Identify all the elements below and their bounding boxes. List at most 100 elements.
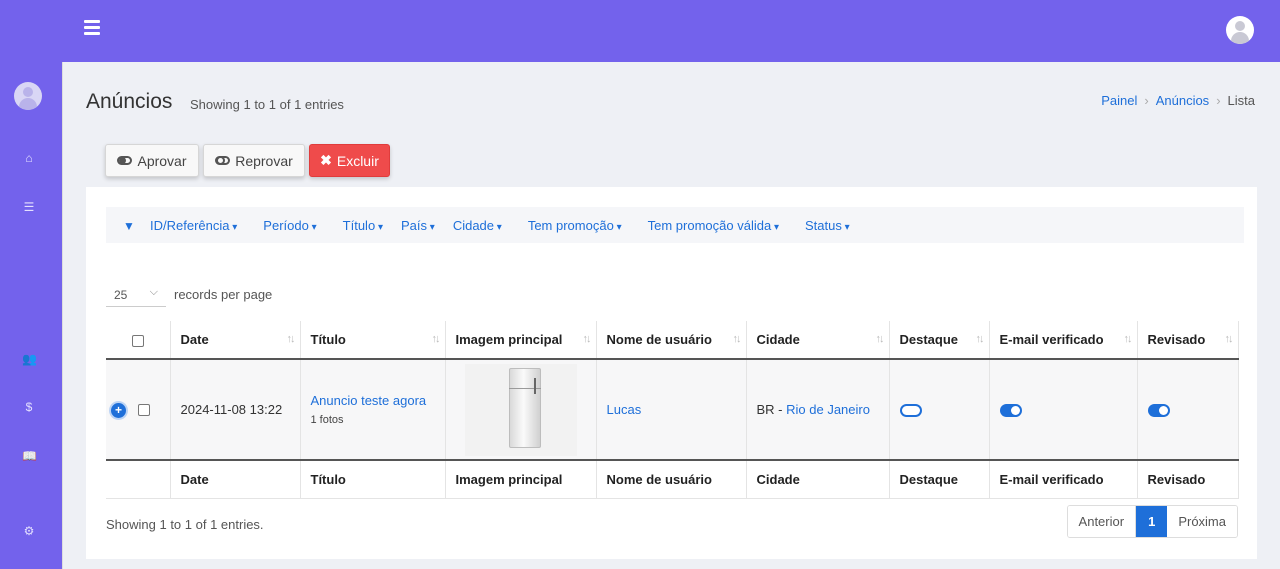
table-footer-row: Date Título Imagem principal Nome de usu…: [106, 459, 1239, 499]
breadcrumb: Painel › Anúncios › Lista: [1101, 93, 1255, 108]
cell-imagem: [445, 359, 597, 460]
column-header-revisado[interactable]: Revisado ↑↓: [1137, 321, 1239, 360]
featured-toggle[interactable]: [899, 404, 922, 418]
records-per-page-label: records per page: [174, 287, 273, 302]
sort-icon: ↑↓: [875, 333, 885, 345]
sidebar: ⌂ ☰ 👥 $ 📖 ⚙: [0, 62, 62, 569]
filter-tem-promocao-valida[interactable]: Tem promoção válida: [648, 218, 779, 233]
delete-button[interactable]: ✖ Excluir: [309, 144, 390, 177]
footer-email: E-mail verificado: [989, 459, 1138, 499]
footer-cidade: Cidade: [746, 459, 890, 499]
pagination-next[interactable]: Próxima: [1167, 506, 1237, 537]
column-header-destaque[interactable]: Destaque ↑↓: [889, 321, 990, 360]
users-icon[interactable]: 👥: [22, 352, 37, 366]
entries-info: Showing 1 to 1 of 1 entries.: [106, 517, 264, 532]
reviewed-toggle[interactable]: [1147, 404, 1170, 418]
approve-label: Aprovar: [137, 152, 187, 169]
main-content: Anúncios Showing 1 to 1 of 1 entries Pai…: [62, 62, 1280, 569]
row-checkbox[interactable]: [138, 404, 150, 417]
toggle-on-icon: [117, 156, 133, 165]
column-header-email[interactable]: E-mail verificado ↑↓: [989, 321, 1138, 360]
cell-date: 2024-11-08 13:22: [170, 359, 301, 460]
footer-imagem: Imagem principal: [445, 459, 597, 499]
cell-usuario: Lucas: [596, 359, 747, 460]
footer-destaque: Destaque: [889, 459, 990, 499]
sort-icon: ↑↓: [975, 333, 985, 345]
filter-icon: ▼: [123, 219, 135, 233]
delete-label: Excluir: [336, 152, 379, 169]
listing-title-link[interactable]: Anuncio teste agora: [311, 393, 435, 408]
select-all-header: [106, 321, 171, 360]
reject-button[interactable]: Reprovar: [203, 144, 305, 177]
sort-icon: ↑↓: [286, 333, 296, 345]
pagination-prev[interactable]: Anterior: [1067, 506, 1137, 537]
column-header-titulo[interactable]: Título ↑↓: [300, 321, 446, 360]
reject-label: Reprovar: [235, 152, 293, 169]
chevron-down-icon: ⌵: [149, 286, 158, 298]
filter-periodo[interactable]: Período: [263, 218, 316, 233]
column-header-cidade[interactable]: Cidade ↑↓: [746, 321, 890, 360]
sort-icon: ↑↓: [732, 333, 742, 345]
close-icon: ✖: [320, 152, 332, 168]
sidebar-avatar[interactable]: [14, 82, 42, 110]
dollar-icon[interactable]: $: [22, 400, 36, 414]
breadcrumb-anuncios[interactable]: Anúncios: [1156, 93, 1209, 108]
filter-status[interactable]: Status: [805, 218, 850, 233]
filter-tem-promocao[interactable]: Tem promoção: [528, 218, 622, 233]
records-per-page-select[interactable]: 25 ⌵: [106, 283, 166, 307]
table-header-row: Date ↑↓ Título ↑↓ Imagem principal ↑↓ Nome …: [106, 321, 1239, 360]
footer-titulo: Título: [300, 459, 446, 499]
cell-email: [989, 359, 1138, 460]
refrigerator-photo[interactable]: [464, 363, 577, 456]
filter-bar: ▼ ID/Referência Período Título País Cida…: [106, 207, 1244, 243]
home-icon[interactable]: ⌂: [22, 151, 36, 165]
chevron-right-icon: ›: [1216, 93, 1221, 108]
user-avatar-icon[interactable]: [1226, 16, 1254, 44]
filter-titulo[interactable]: Título: [343, 218, 383, 233]
footer-date: Date: [170, 459, 301, 499]
country-code: BR -: [756, 402, 787, 417]
filter-id-referencia[interactable]: ID/Referência: [150, 218, 237, 233]
hamburger-icon[interactable]: [84, 20, 100, 36]
top-navbar: [0, 0, 1280, 62]
listing-panel: ▼ ID/Referência Período Título País Cida…: [86, 187, 1257, 559]
chevron-right-icon: ›: [1144, 93, 1149, 108]
sort-icon: ↑↓: [1224, 333, 1234, 345]
column-header-date[interactable]: Date ↑↓: [170, 321, 301, 360]
footer-revisado: Revisado: [1137, 459, 1239, 499]
column-header-imagem[interactable]: Imagem principal ↑↓: [445, 321, 597, 360]
cell-revisado: [1137, 359, 1239, 460]
select-all-checkbox[interactable]: [131, 334, 144, 347]
filter-pais[interactable]: País: [401, 218, 435, 233]
page-title: Anúncios: [86, 90, 173, 113]
sort-icon: ↑↓: [582, 333, 592, 345]
sort-icon: ↑↓: [1123, 333, 1133, 345]
toggle-off-icon: [215, 156, 231, 165]
table-row: + 2024-11-08 13:22 Anuncio teste agora 1…: [106, 359, 1239, 460]
expand-row-icon[interactable]: +: [111, 402, 126, 418]
records-per-page-value: 25: [114, 287, 128, 302]
approve-button[interactable]: Aprovar: [105, 144, 199, 177]
gear-icon[interactable]: ⚙: [22, 524, 36, 538]
username-link[interactable]: Lucas: [607, 402, 642, 417]
breadcrumb-lista: Lista: [1227, 93, 1255, 108]
cell-destaque: [889, 359, 990, 460]
photo-count: 1 fotos: [310, 414, 344, 426]
pagination-page-1[interactable]: 1: [1136, 506, 1168, 537]
footer-usuario: Nome de usuário: [596, 459, 747, 499]
breadcrumb-painel[interactable]: Painel: [1101, 93, 1137, 108]
pagination: Anterior 1 Próxima: [1066, 505, 1238, 538]
cell-titulo: Anuncio teste agora 1 fotos: [300, 359, 446, 460]
column-header-usuario[interactable]: Nome de usuário ↑↓: [596, 321, 747, 360]
email-verified-toggle[interactable]: [999, 404, 1022, 418]
footer-empty: [106, 459, 171, 499]
listings-table: Date ↑↓ Título ↑↓ Imagem principal ↑↓ Nome …: [106, 321, 1239, 499]
book-icon[interactable]: 📖: [22, 449, 37, 463]
filter-cidade[interactable]: Cidade: [453, 218, 502, 233]
city-link[interactable]: Rio de Janeiro: [786, 402, 870, 417]
cell-cidade: BR - Rio de Janeiro: [746, 359, 890, 460]
list-icon[interactable]: ☰: [22, 200, 36, 214]
row-controls: +: [106, 359, 171, 460]
sort-icon: ↑↓: [431, 333, 441, 345]
page-subtitle: Showing 1 to 1 of 1 entries: [190, 97, 344, 112]
